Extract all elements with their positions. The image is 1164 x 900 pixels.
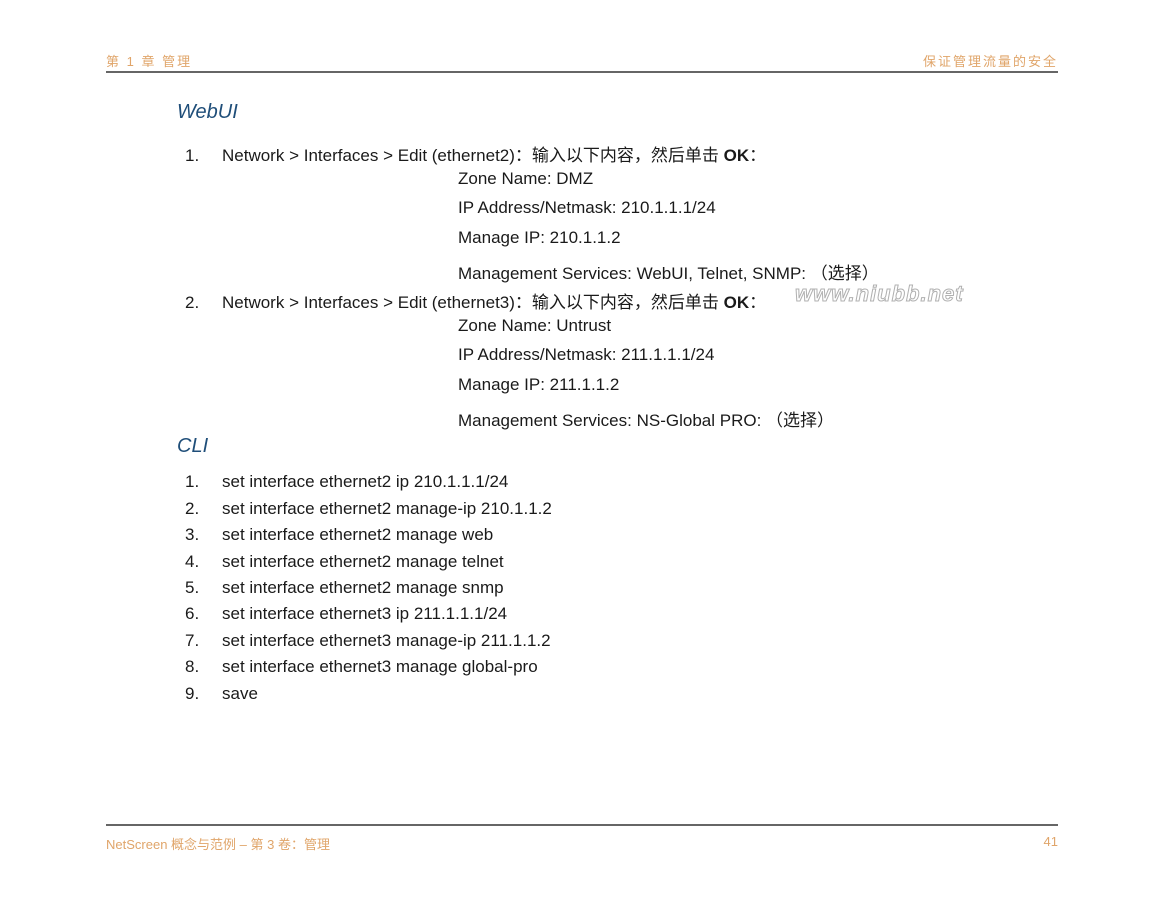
cli-command: 9. save [185,684,258,703]
webui-heading: WebUI [177,101,238,123]
webui-step-1-field: Manage IP: 210.1.1.2 [458,228,621,247]
webui-step-2-field: Management Services: NS-Global PRO: （选择） [458,411,835,430]
cli-command: 5. set interface ethernet2 manage snmp [185,578,504,597]
webui-step-1-field: Zone Name: DMZ [458,169,594,188]
webui-step-2-field: Zone Name: Untrust [458,316,612,335]
webui-step-2-field: IP Address/Netmask: 211.1.1.1/24 [458,345,715,364]
webui-step-2-field: Manage IP: 211.1.1.2 [458,375,620,394]
cli-command: 8. set interface ethernet3 manage global-… [185,657,538,676]
step-path: Network > Interfaces > Edit (ethernet2) [222,146,515,165]
cli-command: 6. set interface ethernet3 ip 211.1.1.1/2… [185,604,508,623]
cli-command: 2. set interface ethernet2 manage-ip 210.… [185,499,552,518]
cli-command: 7. set interface ethernet3 manage-ip 211.… [185,631,551,650]
cli-heading: CLI [177,435,209,457]
step-instruction: ：输入以下内容，然后单击 [514,293,724,312]
watermark: www.niubb.net [795,281,964,307]
webui-step-2: 2. Network > Interfaces > Edit (ethernet3… [185,293,767,312]
ok-label: OK [723,293,750,312]
cli-command: 1. set interface ethernet2 ip 210.1.1.1/2… [185,472,509,491]
header-divider [106,71,1058,73]
page-number: 41 [1043,834,1058,849]
step-instruction: ：输入以下内容，然后单击 [514,146,724,165]
webui-step-1-field: IP Address/Netmask: 210.1.1.1/24 [458,198,716,217]
cli-command: 3. set interface ethernet2 manage web [185,525,494,544]
step-number: 2. [185,293,200,312]
webui-step-1: 1. Network > Interfaces > Edit (ethernet2… [185,146,767,165]
footer-divider [106,824,1058,826]
step-path: Network > Interfaces > Edit (ethernet3) [222,293,515,312]
step-number: 1. [185,146,200,165]
footer-book-title: NetScreen 概念与范例 – 第 3 卷：管理 [106,837,330,852]
chapter-header: 第 1 章 管理 [106,54,193,69]
section-header: 保证管理流量的安全 [922,54,1058,69]
cli-command: 4. set interface ethernet2 manage telnet [185,552,504,571]
ok-label: OK [723,146,750,165]
